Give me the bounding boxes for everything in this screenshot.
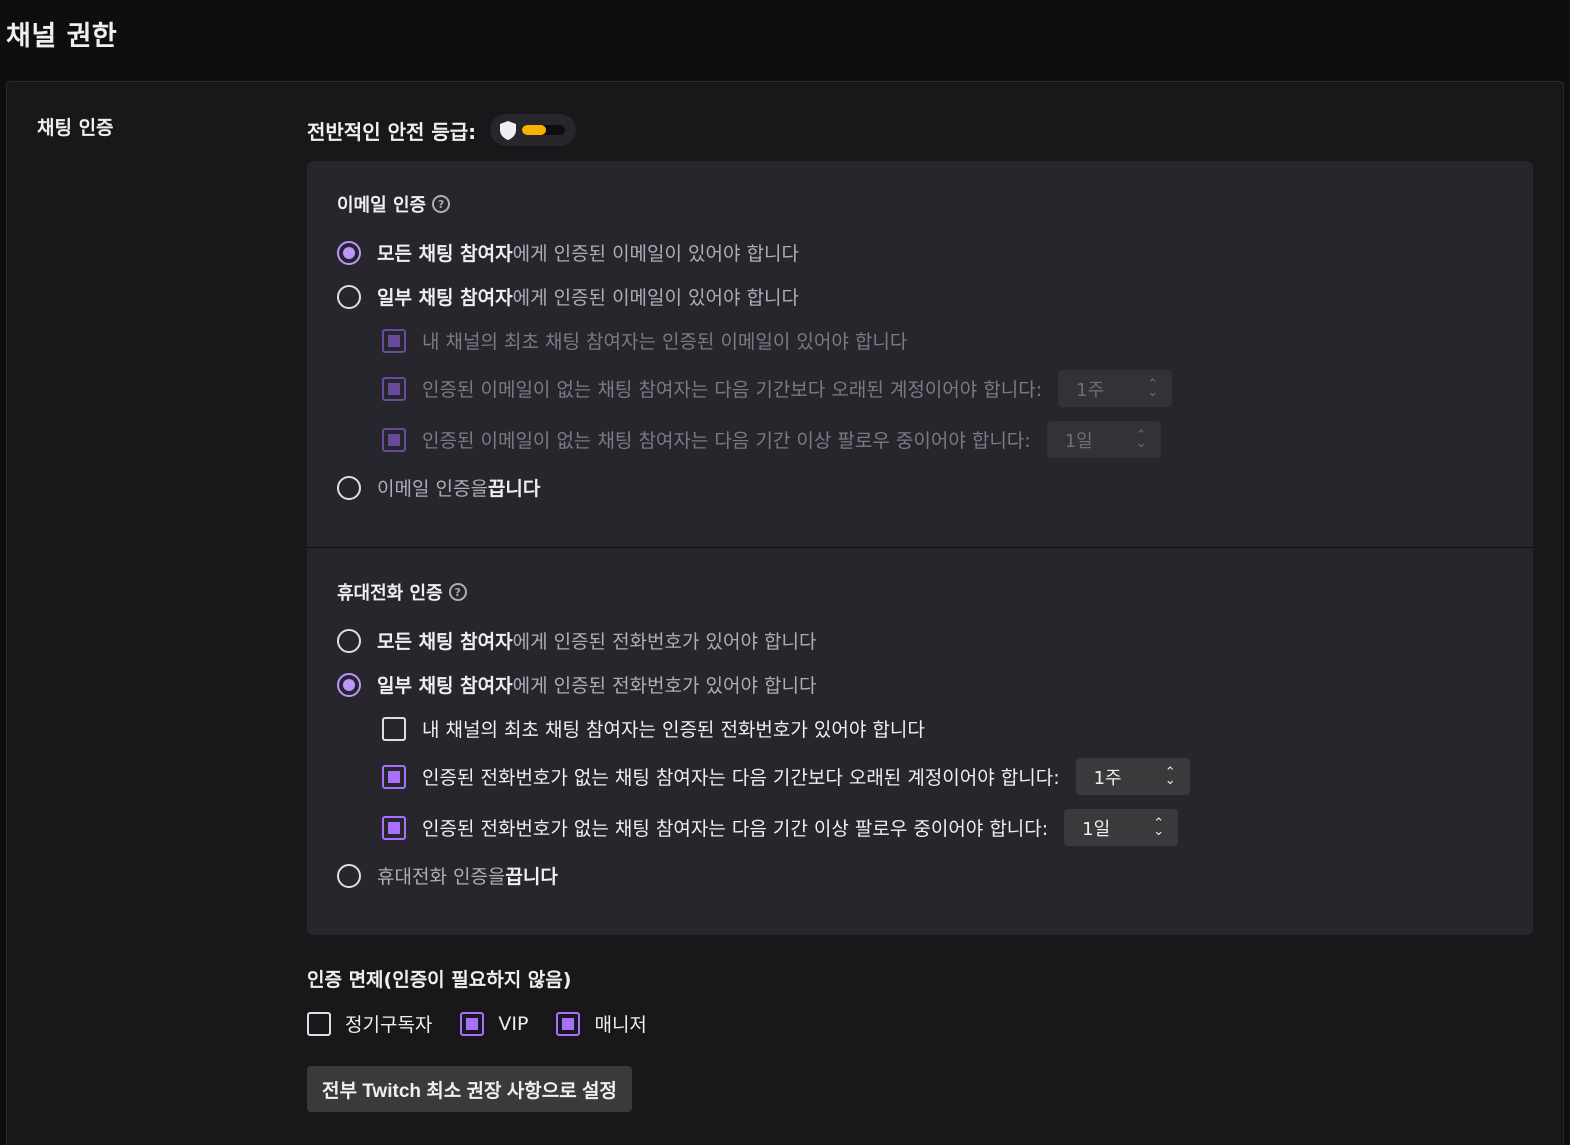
- email-sub-first-chatters-text: 내 채널의 최초 채팅 참여자는 인증된 이메일이 있어야 합니다: [422, 331, 908, 353]
- radio-phone-some[interactable]: [337, 672, 361, 697]
- radio-phone-off[interactable]: [337, 863, 361, 888]
- phone-sub-first-chatters[interactable]: 내 채널의 최초 채팅 참여자는 인증된 전화번호가 있어야 합니다: [382, 715, 925, 742]
- checkbox-email-account-age[interactable]: [382, 376, 406, 401]
- email-option-some-bold: 일부 채팅 참여자: [377, 287, 513, 309]
- phone-off-bold: 끕니다: [505, 866, 558, 888]
- safety-rating-label: 전반적인 안전 등급:: [307, 119, 477, 144]
- email-title-text: 이메일 인증: [337, 195, 427, 216]
- select-value: 1주: [1076, 379, 1105, 401]
- set-recommended-button[interactable]: 전부 Twitch 최소 권장 사항으로 설정: [307, 1066, 632, 1112]
- checkbox-moderators[interactable]: [556, 1011, 581, 1036]
- select-value: 1일: [1064, 430, 1093, 452]
- email-section-title: 이메일 인증 ?: [337, 191, 451, 217]
- exemptions-title: 인증 면제(인증이 필요하지 않음): [307, 969, 572, 991]
- email-option-off[interactable]: 이메일 인증을 끕니다: [337, 474, 540, 501]
- checkbox-email-first-chatters[interactable]: [382, 328, 406, 353]
- email-sub-follow-age[interactable]: 인증된 이메일이 없는 채팅 참여자는 다음 기간 이상 팔로우 중이어야 합니…: [382, 421, 1161, 458]
- safety-meter-fill: [522, 125, 546, 135]
- verification-panel: 이메일 인증 ? 모든 채팅 참여자 에게 인증된 이메일이 있어야 합니다 일…: [307, 161, 1533, 935]
- phone-section-title: 휴대전화 인증 ?: [337, 579, 467, 605]
- checkbox-vip[interactable]: [460, 1011, 485, 1036]
- radio-email-all[interactable]: [337, 240, 361, 265]
- safety-rating-pill[interactable]: [490, 114, 577, 146]
- chevron-updown-icon: ⌃ ⌄: [1147, 376, 1159, 400]
- email-off-text: 이메일 인증을: [377, 478, 488, 500]
- email-sub-account-age-text: 인증된 이메일이 없는 채팅 참여자는 다음 기간보다 오래된 계정이어야 합니…: [422, 379, 1043, 401]
- section-label: 채팅 인증: [37, 117, 114, 139]
- phone-option-all[interactable]: 모든 채팅 참여자 에게 인증된 전화번호가 있어야 합니다: [337, 627, 816, 654]
- chevron-updown-icon: ⌃ ⌄: [1135, 427, 1147, 451]
- exempt-subscribers[interactable]: 정기구독자: [307, 1010, 432, 1037]
- phone-sub-account-age[interactable]: 인증된 전화번호가 없는 채팅 참여자는 다음 기간보다 오래된 계정이어야 합…: [382, 758, 1190, 795]
- chevron-updown-icon: ⌃ ⌄: [1164, 764, 1176, 788]
- email-verification-section: 이메일 인증 ? 모든 채팅 참여자 에게 인증된 이메일이 있어야 합니다 일…: [307, 161, 1533, 547]
- exemptions-row: 정기구독자 VIP 매니저: [307, 1010, 675, 1037]
- checkbox-phone-account-age[interactable]: [382, 764, 406, 789]
- exempt-moderators[interactable]: 매니저: [556, 1010, 647, 1037]
- exempt-vip[interactable]: VIP: [460, 1011, 529, 1036]
- email-sub-follow-age-text: 인증된 이메일이 없는 채팅 참여자는 다음 기간 이상 팔로우 중이어야 합니…: [422, 430, 1031, 452]
- phone-sub-follow-age[interactable]: 인증된 전화번호가 없는 채팅 참여자는 다음 기간 이상 팔로우 중이어야 합…: [382, 809, 1179, 846]
- select-value: 1주: [1093, 767, 1122, 789]
- email-option-some[interactable]: 일부 채팅 참여자 에게 인증된 이메일이 있어야 합니다: [337, 283, 799, 310]
- email-option-all[interactable]: 모든 채팅 참여자 에게 인증된 이메일이 있어야 합니다: [337, 239, 799, 266]
- radio-email-some[interactable]: [337, 284, 361, 309]
- shield-icon: [500, 120, 517, 140]
- email-sub-account-age[interactable]: 인증된 이메일이 없는 채팅 참여자는 다음 기간보다 오래된 계정이어야 합니…: [382, 370, 1173, 407]
- help-icon[interactable]: ?: [432, 195, 451, 213]
- safety-meter: [522, 125, 566, 135]
- checkbox-phone-follow-age[interactable]: [382, 815, 406, 840]
- chevron-updown-icon: ⌃ ⌄: [1153, 815, 1165, 839]
- phone-sub-first-chatters-text: 내 채널의 최초 채팅 참여자는 인증된 전화번호가 있어야 합니다: [422, 719, 925, 741]
- checkbox-email-follow-age[interactable]: [382, 427, 406, 452]
- email-follow-age-select[interactable]: 1일 ⌃ ⌄: [1046, 421, 1161, 458]
- checkbox-phone-first-chatters[interactable]: [382, 716, 406, 741]
- phone-option-all-bold: 모든 채팅 참여자: [377, 631, 513, 653]
- phone-account-age-select[interactable]: 1주 ⌃ ⌄: [1075, 758, 1190, 795]
- radio-phone-all[interactable]: [337, 628, 361, 653]
- phone-sub-follow-age-text: 인증된 전화번호가 없는 채팅 참여자는 다음 기간 이상 팔로우 중이어야 합…: [422, 818, 1049, 840]
- exempt-subscribers-label: 정기구독자: [345, 1014, 433, 1036]
- phone-title-text: 휴대전화 인증: [337, 583, 443, 604]
- page-title: 채널 권한: [6, 21, 118, 52]
- email-account-age-select[interactable]: 1주 ⌃ ⌄: [1058, 370, 1173, 407]
- email-option-some-text: 에게 인증된 이메일이 있어야 합니다: [512, 287, 799, 309]
- help-icon[interactable]: ?: [448, 583, 467, 601]
- exempt-moderators-label: 매니저: [594, 1014, 647, 1036]
- checkbox-subscribers[interactable]: [307, 1011, 331, 1036]
- phone-option-some-bold: 일부 채팅 참여자: [377, 675, 513, 697]
- radio-email-off[interactable]: [337, 475, 361, 500]
- safety-rating: 전반적인 안전 등급:: [307, 114, 577, 146]
- chat-verification-card: 채팅 인증 전반적인 안전 등급: 이메일 인증 ? 모든 채팅 참여자 에게 …: [6, 81, 1564, 1145]
- phone-follow-age-select[interactable]: 1일 ⌃ ⌄: [1064, 809, 1179, 846]
- phone-option-some[interactable]: 일부 채팅 참여자 에게 인증된 전화번호가 있어야 합니다: [337, 671, 816, 698]
- phone-option-some-text: 에게 인증된 전화번호가 있어야 합니다: [512, 675, 817, 697]
- phone-verification-section: 휴대전화 인증 ? 모든 채팅 참여자 에게 인증된 전화번호가 있어야 합니다…: [307, 548, 1533, 935]
- email-option-all-bold: 모든 채팅 참여자: [377, 243, 513, 265]
- phone-option-off[interactable]: 휴대전화 인증을 끕니다: [337, 862, 558, 889]
- phone-off-text: 휴대전화 인증을: [377, 866, 506, 888]
- email-sub-first-chatters[interactable]: 내 채널의 최초 채팅 참여자는 인증된 이메일이 있어야 합니다: [382, 327, 907, 354]
- email-option-all-text: 에게 인증된 이메일이 있어야 합니다: [512, 243, 799, 265]
- phone-option-all-text: 에게 인증된 전화번호가 있어야 합니다: [512, 631, 817, 653]
- select-value: 1일: [1082, 818, 1111, 840]
- email-off-bold: 끕니다: [487, 478, 541, 500]
- phone-sub-account-age-text: 인증된 전화번호가 없는 채팅 참여자는 다음 기간보다 오래된 계정이어야 합…: [422, 767, 1060, 789]
- exempt-vip-label: VIP: [498, 1012, 529, 1035]
